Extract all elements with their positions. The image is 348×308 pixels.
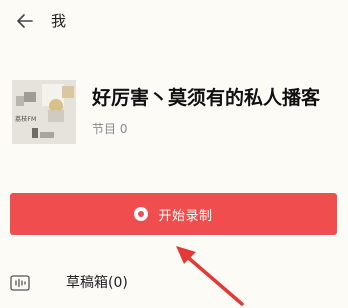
- start-recording-button[interactable]: 开始录制: [10, 193, 337, 235]
- cover-brand-text: 荔枝FM: [15, 116, 37, 123]
- back-arrow-icon: [17, 14, 33, 28]
- drafts-label: 草稿箱(0): [66, 275, 128, 291]
- record-icon: [134, 207, 149, 221]
- record-icon-dot: [138, 211, 145, 217]
- page-title: 我: [51, 12, 67, 30]
- drafts-row[interactable]: 草稿箱(0): [0, 265, 348, 301]
- start-recording-label: 开始录制: [158, 208, 213, 224]
- back-button[interactable]: [14, 10, 36, 32]
- podcast-title[interactable]: 好厉害丶莫须有的私人播客: [92, 85, 320, 111]
- cover-art-image: [12, 80, 76, 144]
- waveform-icon: [10, 275, 30, 291]
- header-bar: 我: [0, 0, 348, 44]
- episode-count: 节目 0: [92, 122, 128, 136]
- podcast-cover[interactable]: 荔枝FM: [12, 80, 76, 144]
